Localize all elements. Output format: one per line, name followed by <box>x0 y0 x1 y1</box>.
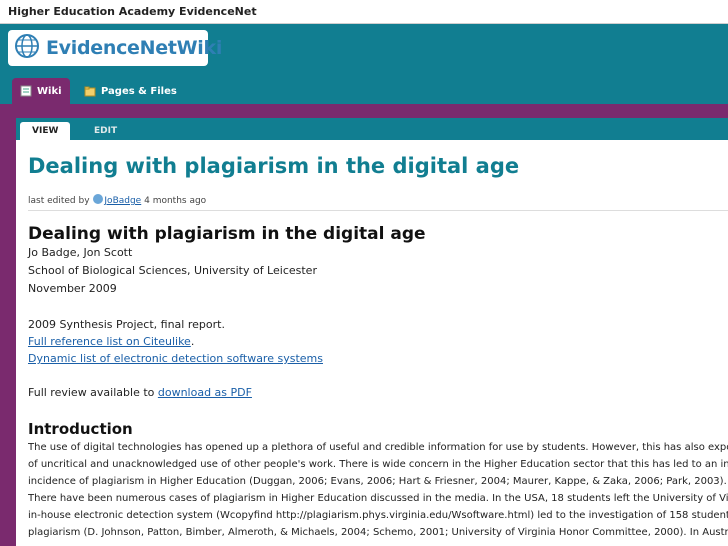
logo-text: EvidenceNetWiki <box>46 37 223 59</box>
logo[interactable]: EvidenceNetWiki <box>8 30 222 66</box>
tab-edit[interactable]: EDIT <box>82 122 129 140</box>
tab-pages-files[interactable]: Pages & Files <box>76 78 185 104</box>
document-heading: Dealing with plagiarism in the digital a… <box>28 224 426 244</box>
authors: Jo Badge, Jon Scott <box>28 246 133 259</box>
tab-view[interactable]: VIEW <box>20 122 71 140</box>
intro-line-1: The use of digital technologies has open… <box>28 442 728 453</box>
view-tabs: VIEW EDIT <box>16 118 728 140</box>
divider <box>28 210 728 211</box>
review-line: Full review available to download as PDF <box>28 386 252 399</box>
intro-line-5: in-house electronic detection system (Wc… <box>28 510 728 521</box>
intro-line-6: plagiarism (D. Johnson, Patton, Bimber, … <box>28 527 728 538</box>
folder-icon <box>84 85 96 97</box>
tab-pages-files-label: Pages & Files <box>101 85 177 97</box>
window-titlebar: Higher Education Academy EvidenceNet <box>0 0 728 24</box>
tab-wiki[interactable]: Wiki <box>12 78 70 104</box>
last-edited-user-link[interactable]: JoBadge <box>104 196 141 206</box>
affiliation: School of Biological Sciences, Universit… <box>28 264 317 277</box>
content-panel: VIEW EDIT Dealing with plagiarism in the… <box>16 118 728 546</box>
last-edited-prefix: last edited by <box>28 196 90 206</box>
tab-wiki-label: Wiki <box>37 85 62 97</box>
intro-line-3: incidence of plagiarism in Higher Educat… <box>28 476 727 487</box>
nav-band: Wiki Pages & Files <box>0 70 728 104</box>
last-edited-when: 4 months ago <box>144 196 207 206</box>
dynamic-list-link[interactable]: Dynamic list of electronic detection sof… <box>28 352 323 365</box>
download-pdf-link[interactable]: download as PDF <box>158 386 252 399</box>
intro-line-2: of uncritical and unacknowledged use of … <box>28 459 728 470</box>
citeulike-link[interactable]: Full reference list on Citeulike. <box>28 335 194 348</box>
page-title: Dealing with plagiarism in the digital a… <box>28 154 520 178</box>
header-band: EvidenceNetWiki <box>0 24 728 70</box>
site-title: Higher Education Academy EvidenceNet <box>8 5 257 18</box>
date: November 2009 <box>28 282 117 295</box>
globe-icon <box>14 33 40 63</box>
wiki-icon <box>20 85 32 97</box>
intro-line-4: There have been numerous cases of plagia… <box>28 493 728 504</box>
project-line: 2009 Synthesis Project, final report. <box>28 318 225 331</box>
introduction-heading: Introduction <box>28 420 133 438</box>
last-edited-info: last edited by JoBadge 4 months ago <box>28 194 206 206</box>
user-avatar-icon <box>93 194 104 204</box>
